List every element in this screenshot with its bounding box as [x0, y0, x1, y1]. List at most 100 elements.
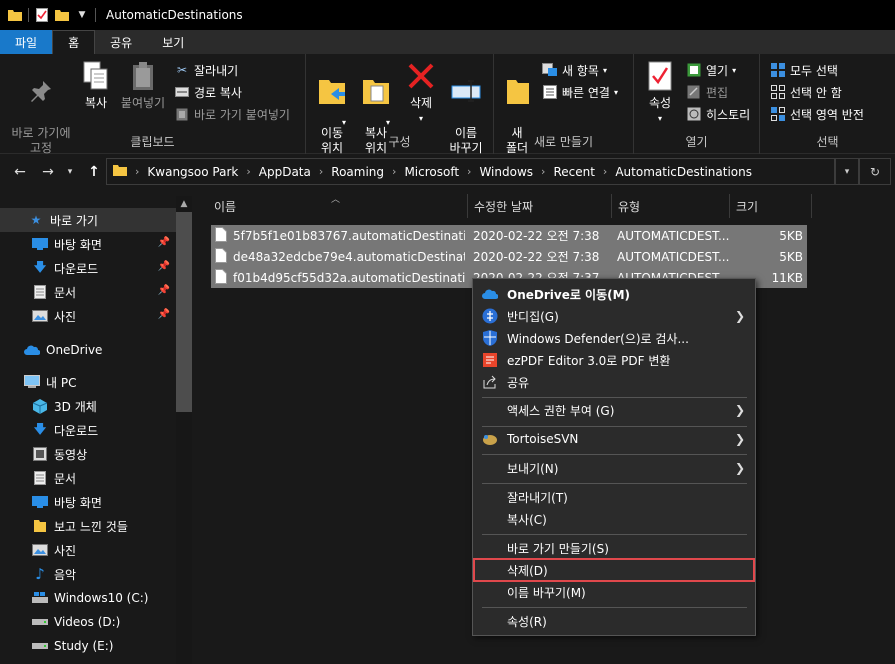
menu-item-label: TortoiseSVN [507, 432, 579, 446]
nav-pc-downloads[interactable]: 🡇 다운로드 [0, 418, 176, 442]
back-arrow-icon[interactable]: ← [10, 162, 30, 182]
copy-button[interactable]: 복사 [78, 60, 114, 111]
nav-onedrive[interactable]: OneDrive [0, 338, 176, 362]
paste-shortcut-button[interactable]: 바로 가기 붙여넣기 [174, 104, 290, 124]
select-none-button[interactable]: 선택 안 함 [770, 82, 842, 102]
column-header-size[interactable]: 크기 [730, 194, 812, 218]
nav-quick-pictures[interactable]: 사진 📌 [0, 304, 176, 328]
nav-quick-access[interactable]: ★ 바로 가기 [0, 208, 176, 232]
menu-item-give-access[interactable]: 액세스 권한 부여 (G) ❯ [473, 399, 755, 421]
nav-pc-folder[interactable]: 보고 느낀 것들 [0, 514, 176, 538]
new-folder-icon [502, 75, 534, 107]
file-row[interactable]: 5f7b5f1e01b83767.automaticDestinatio... … [211, 225, 807, 246]
breadcrumb-separator[interactable]: › [246, 165, 250, 178]
breadcrumb-item[interactable]: Recent [553, 165, 594, 179]
file-icon [215, 227, 227, 245]
menu-item-share[interactable]: 공유 [473, 371, 755, 393]
nav-pc-3d-objects[interactable]: 3D 개체 [0, 394, 176, 418]
breadcrumb-separator[interactable]: › [467, 165, 471, 178]
invert-selection-icon [770, 106, 786, 122]
nav-label: 문서 [54, 285, 77, 300]
nav-quick-downloads[interactable]: 🡇 다운로드 📌 [0, 256, 176, 280]
select-all-button[interactable]: 모두 선택 [770, 60, 838, 80]
copy-path-button[interactable]: 경로 복사 [174, 82, 242, 102]
breadcrumb-item[interactable]: Roaming [331, 165, 384, 179]
forward-arrow-icon[interactable]: → [38, 162, 58, 182]
menu-item-send-to[interactable]: 보내기(N) ❯ [473, 457, 755, 479]
properties-button[interactable]: 속성 ▾ [644, 60, 676, 126]
menu-item-onedrive[interactable]: OneDrive로 이동(M) [473, 283, 755, 305]
copy-path-label: 경로 복사 [194, 85, 242, 100]
nav-pc-drive-c[interactable]: Windows10 (C:) [0, 586, 176, 610]
menu-item-rename[interactable]: 이름 바꾸기(M) [473, 581, 755, 603]
nav-quick-documents[interactable]: 문서 📌 [0, 280, 176, 304]
open-button[interactable]: 열기 ▾ [686, 60, 736, 80]
menu-item-tortoisesvn[interactable]: TortoiseSVN ❯ [473, 428, 755, 450]
nav-label: 문서 [54, 471, 77, 486]
menu-item-create-shortcut[interactable]: 바로 가기 만들기(S) [473, 537, 755, 559]
pin-icon[interactable]: 📌 [158, 261, 170, 272]
edit-button[interactable]: 편집 [686, 82, 728, 102]
chevron-down-icon: ▾ [732, 65, 737, 75]
scroll-up-arrow-icon[interactable]: ▲ [176, 196, 192, 212]
pin-icon[interactable]: 📌 [158, 309, 170, 320]
delete-x-icon [405, 60, 437, 92]
paste-button[interactable]: 붙여넣기 [118, 60, 168, 111]
group-label: 선택 [816, 135, 839, 149]
breadcrumb-item[interactable]: AutomaticDestinations [615, 165, 752, 179]
nav-pc-drive-e[interactable]: Study (E:) [0, 634, 176, 658]
copy-to-button[interactable]: 복사 위치 ▾ [356, 60, 396, 171]
nav-pc-desktop[interactable]: 바탕 화면 [0, 490, 176, 514]
column-header-name[interactable]: 이름 [208, 194, 468, 218]
menu-item-bandizip[interactable]: 반디집(G) ❯ [473, 305, 755, 327]
breadcrumb-item[interactable]: Windows [479, 165, 533, 179]
column-header-modified[interactable]: 수정한 날짜 [468, 194, 612, 218]
breadcrumb-separator[interactable]: › [541, 165, 545, 178]
breadcrumb-item[interactable]: AppData [259, 165, 311, 179]
nav-pc-drive-d[interactable]: Videos (D:) [0, 610, 176, 634]
column-header-type[interactable]: 유형 [612, 194, 730, 218]
breadcrumb-separator[interactable]: › [603, 165, 607, 178]
easy-access-button[interactable]: 빠른 연결 ▾ [542, 82, 618, 102]
breadcrumb-separator[interactable]: › [319, 165, 323, 178]
tab-share[interactable]: 공유 [95, 30, 147, 54]
pin-icon[interactable]: 📌 [158, 237, 170, 248]
tab-home[interactable]: 홈 [52, 30, 96, 54]
pin-icon[interactable]: 📌 [158, 285, 170, 296]
menu-item-ezpdf[interactable]: ezPDF Editor 3.0로 PDF 변환 [473, 349, 755, 371]
cut-button[interactable]: ✂ 잘라내기 [174, 60, 238, 80]
nav-label: 다운로드 [54, 423, 99, 438]
new-item-button[interactable]: 새 항목 ▾ [542, 60, 607, 80]
history-button[interactable]: 히스토리 [686, 104, 750, 124]
address-bar[interactable]: › Kwangsoo Park › AppData › Roaming › Mi… [106, 158, 835, 185]
menu-item-properties[interactable]: 속성(R) [473, 610, 755, 632]
breadcrumb-item[interactable]: Microsoft [404, 165, 459, 179]
properties-icon[interactable] [35, 8, 49, 22]
new-folder-icon[interactable] [55, 8, 69, 22]
invert-selection-button[interactable]: 선택 영역 반전 [770, 104, 864, 124]
nav-pc-music[interactable]: ♪ 음악 [0, 562, 176, 586]
nav-pc-pictures[interactable]: 사진 [0, 538, 176, 562]
delete-button[interactable]: 삭제 ▾ [404, 60, 438, 126]
recent-locations-chevron-icon[interactable]: ▾ [60, 162, 80, 182]
refresh-icon[interactable]: ↻ [859, 158, 891, 185]
up-arrow-icon[interactable]: ↑ [84, 162, 104, 182]
move-to-button[interactable]: 이동 위치 ▾ [312, 60, 352, 171]
file-row[interactable]: de48a32edcbe79e4.automaticDestinatio... … [211, 246, 807, 267]
breadcrumb-item[interactable]: Kwangsoo Park [147, 165, 238, 179]
menu-item-cut[interactable]: 잘라내기(T) [473, 486, 755, 508]
nav-pc-documents[interactable]: 문서 [0, 466, 176, 490]
tab-view[interactable]: 보기 [147, 30, 199, 54]
nav-scrollbar-thumb[interactable] [176, 212, 192, 412]
menu-item-defender[interactable]: Windows Defender(으)로 검사... [473, 327, 755, 349]
easy-access-label: 빠른 연결 [562, 85, 610, 100]
breadcrumb-separator[interactable]: › [392, 165, 396, 178]
chevron-down-icon[interactable]: ▼ [75, 8, 89, 22]
tab-file[interactable]: 파일 [0, 30, 53, 54]
address-history-chevron-icon[interactable]: ▾ [835, 158, 859, 185]
menu-item-delete[interactable]: 삭제(D) [473, 558, 755, 582]
nav-pc-videos[interactable]: 동영상 [0, 442, 176, 466]
nav-quick-desktop[interactable]: 바탕 화면 📌 [0, 232, 176, 256]
nav-this-pc[interactable]: 내 PC [0, 370, 176, 394]
menu-item-copy[interactable]: 복사(C) [473, 508, 755, 530]
